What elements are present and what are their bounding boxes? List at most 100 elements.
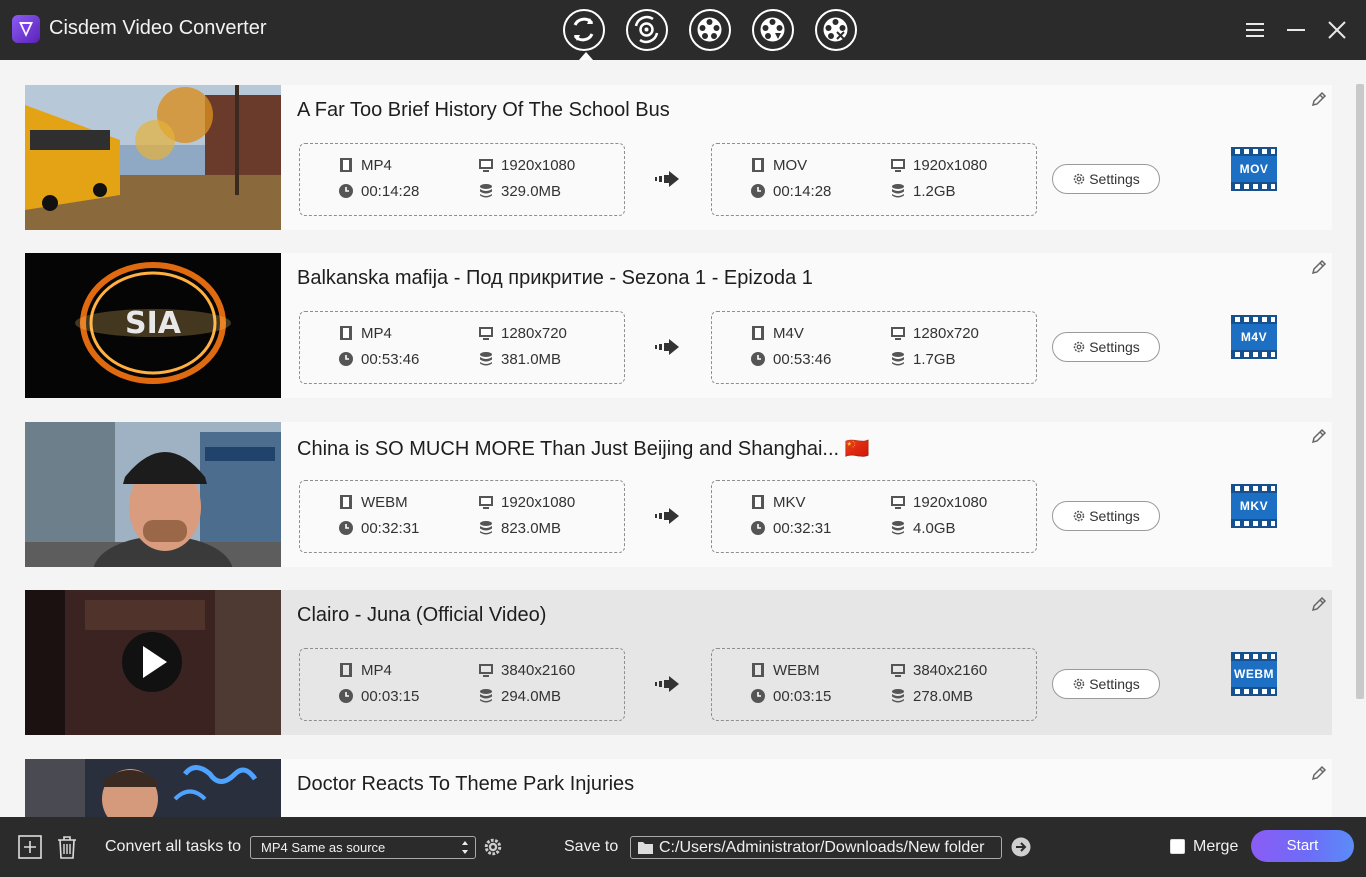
- task-row[interactable]: SIA Balkanska mafija - Под прикритие - S…: [25, 253, 1332, 398]
- source-resolution: 3840x2160: [478, 662, 575, 679]
- film-icon: [338, 325, 354, 341]
- menu-icon[interactable]: [1243, 18, 1267, 42]
- video-thumbnail[interactable]: [25, 422, 281, 567]
- video-title: Clairo - Juna (Official Video): [297, 604, 547, 626]
- settings-button[interactable]: Settings: [1052, 164, 1160, 194]
- output-settings-gear-icon[interactable]: [482, 836, 504, 858]
- target-format: MOV: [750, 157, 807, 174]
- film-icon: [338, 157, 354, 173]
- settings-button[interactable]: Settings: [1052, 669, 1160, 699]
- app-logo-icon: [12, 15, 40, 43]
- database-icon: [890, 351, 906, 367]
- convert-all-select[interactable]: MP4 Same as source: [250, 836, 476, 859]
- save-to-label: Save to: [564, 838, 619, 855]
- active-tool-indicator: [579, 52, 593, 60]
- rip-dvd-tool-icon[interactable]: [626, 9, 668, 51]
- compress-tool-icon[interactable]: [815, 9, 857, 51]
- source-format: MP4: [338, 325, 392, 342]
- source-info-box: MP4 1280x720 00:53:46 381.0MB: [299, 311, 625, 384]
- scrollbar-thumb[interactable]: [1356, 84, 1364, 699]
- convert-tool-icon[interactable]: [563, 9, 605, 51]
- video-title: Balkanska mafija - Под прикритие - Sezon…: [297, 267, 813, 289]
- edit-icon[interactable]: [1309, 257, 1329, 277]
- video-title: A Far Too Brief History Of The School Bu…: [297, 99, 670, 121]
- video-thumbnail[interactable]: [25, 759, 281, 817]
- output-format-badge[interactable]: WEBM: [1229, 652, 1279, 696]
- settings-button[interactable]: Settings: [1052, 501, 1160, 531]
- convert-arrow-icon: [653, 337, 681, 357]
- task-row[interactable]: A Far Too Brief History Of The School Bu…: [25, 85, 1332, 230]
- source-duration: 00:53:46: [338, 351, 419, 368]
- save-path-field[interactable]: C:/Users/Administrator/Downloads/New fol…: [630, 836, 1002, 859]
- clock-icon: [750, 520, 766, 536]
- settings-button[interactable]: Settings: [1052, 332, 1160, 362]
- merge-checkbox[interactable]: [1170, 839, 1185, 854]
- close-icon[interactable]: [1325, 18, 1349, 42]
- gear-icon: [1072, 172, 1086, 186]
- target-size: 1.7GB: [890, 351, 956, 368]
- save-path-value: C:/Users/Administrator/Downloads/New fol…: [659, 839, 985, 856]
- clock-icon: [750, 688, 766, 704]
- task-row[interactable]: Doctor Reacts To Theme Park Injuries: [25, 759, 1332, 817]
- video-thumbnail[interactable]: [25, 85, 281, 230]
- target-info-box[interactable]: MKV 1920x1080 00:32:31 4.0GB: [711, 480, 1037, 553]
- target-size: 278.0MB: [890, 688, 973, 705]
- source-resolution: 1280x720: [478, 325, 567, 342]
- target-format: M4V: [750, 325, 804, 342]
- video-thumbnail[interactable]: [25, 590, 281, 735]
- clock-icon: [338, 183, 354, 199]
- trash-icon[interactable]: [54, 834, 80, 860]
- target-format: WEBM: [750, 662, 820, 679]
- database-icon: [890, 520, 906, 536]
- database-icon: [890, 688, 906, 704]
- film-icon: [338, 494, 354, 510]
- target-duration: 00:03:15: [750, 688, 831, 705]
- output-format-badge[interactable]: M4V: [1229, 315, 1279, 359]
- target-info-box[interactable]: MOV 1920x1080 00:14:28 1.2GB: [711, 143, 1037, 216]
- source-resolution: 1920x1080: [478, 157, 575, 174]
- edit-icon[interactable]: [1309, 89, 1329, 109]
- gear-icon: [1072, 677, 1086, 691]
- output-format-badge[interactable]: MOV: [1229, 147, 1279, 191]
- task-row-selected[interactable]: Clairo - Juna (Official Video) MP4 3840x…: [25, 590, 1332, 735]
- monitor-icon: [478, 662, 494, 678]
- monitor-icon: [478, 325, 494, 341]
- add-file-icon[interactable]: [17, 834, 43, 860]
- edit-icon[interactable]: [1309, 594, 1329, 614]
- task-row[interactable]: China is SO MUCH MORE Than Just Beijing …: [25, 422, 1332, 567]
- download-tool-icon[interactable]: [752, 9, 794, 51]
- video-thumbnail[interactable]: SIA: [25, 253, 281, 398]
- open-folder-arrow-icon[interactable]: [1011, 837, 1031, 857]
- target-info-box[interactable]: WEBM 3840x2160 00:03:15 278.0MB: [711, 648, 1037, 721]
- source-resolution: 1920x1080: [478, 494, 575, 511]
- edit-icon[interactable]: [1309, 426, 1329, 446]
- monitor-icon: [890, 662, 906, 678]
- clock-icon: [750, 183, 766, 199]
- folder-icon: [637, 840, 654, 855]
- target-size: 1.2GB: [890, 183, 956, 200]
- target-resolution: 1920x1080: [890, 157, 987, 174]
- source-info-box: MP4 1920x1080 00:14:28 329.0MB: [299, 143, 625, 216]
- source-size: 381.0MB: [478, 351, 561, 368]
- source-size: 823.0MB: [478, 520, 561, 537]
- clock-icon: [338, 351, 354, 367]
- clock-icon: [338, 520, 354, 536]
- merge-tool-icon[interactable]: [689, 9, 731, 51]
- source-format: MP4: [338, 157, 392, 174]
- film-icon: [750, 325, 766, 341]
- film-icon: [338, 662, 354, 678]
- convert-arrow-icon: [653, 674, 681, 694]
- monitor-icon: [478, 157, 494, 173]
- target-info-box[interactable]: M4V 1280x720 00:53:46 1.7GB: [711, 311, 1037, 384]
- output-format-badge[interactable]: MKV: [1229, 484, 1279, 528]
- start-button[interactable]: Start: [1251, 830, 1354, 862]
- convert-arrow-icon: [653, 506, 681, 526]
- database-icon: [478, 351, 494, 367]
- minimize-icon[interactable]: [1284, 18, 1308, 42]
- database-icon: [890, 183, 906, 199]
- edit-icon[interactable]: [1309, 763, 1329, 783]
- task-list: A Far Too Brief History Of The School Bu…: [0, 60, 1366, 817]
- video-title: China is SO MUCH MORE Than Just Beijing …: [297, 438, 870, 460]
- source-format: MP4: [338, 662, 392, 679]
- source-info-box: WEBM 1920x1080 00:32:31 823.0MB: [299, 480, 625, 553]
